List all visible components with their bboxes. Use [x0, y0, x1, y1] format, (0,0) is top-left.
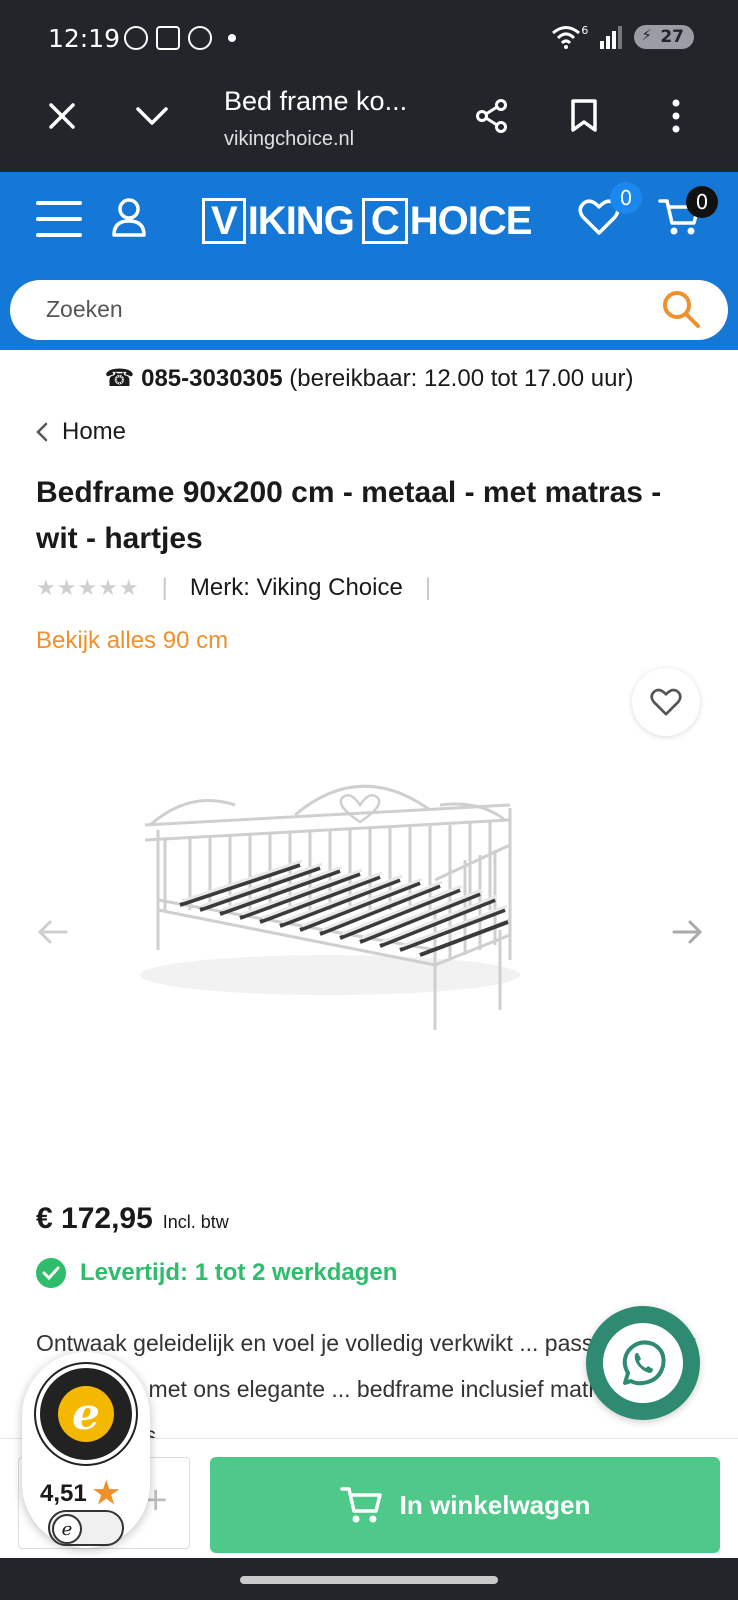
wishlist-count-badge: 0: [610, 182, 642, 214]
close-icon: [49, 103, 75, 129]
arrow-right-icon: [672, 920, 703, 944]
share-icon: [476, 99, 507, 133]
browser-toolbar: Bed frame ko... vikingchoice.nl: [0, 72, 738, 172]
arrow-left-icon: [37, 920, 68, 944]
page-url: vikingchoice.nl: [224, 128, 355, 150]
product-price: € 172,95 Incl. btw: [36, 1202, 229, 1236]
trusted-shops-toggle-icon: e: [52, 1514, 82, 1544]
whatsapp-icon: [622, 1340, 666, 1386]
logo-word-1: IKING: [247, 198, 355, 243]
site-header: V IKING C HOICE 0 0 Zoeken: [0, 172, 738, 350]
phone-number[interactable]: 085-3030305: [141, 365, 282, 392]
account-button[interactable]: [108, 194, 150, 240]
cart-count-badge: 0: [686, 186, 718, 218]
trusted-shops-rating: 4,51: [40, 1479, 87, 1507]
chevron-left-icon: [36, 422, 48, 442]
logo-letter-v: V: [202, 198, 246, 244]
notification-dot-icon: [228, 34, 236, 42]
status-right: 6 27: [551, 23, 694, 49]
logo-letter-c: C: [361, 198, 408, 244]
product-image[interactable]: [110, 760, 530, 1060]
bookmark-button[interactable]: [560, 92, 608, 140]
signal-icon: [600, 26, 623, 49]
chevron-down-icon: [136, 107, 168, 125]
search-icon: [663, 291, 700, 328]
breadcrumb-home[interactable]: Home: [62, 418, 126, 446]
add-to-cart-label: In winkelwagen: [399, 1489, 591, 1520]
search-bar[interactable]: Zoeken: [10, 280, 728, 340]
rating-stars: ★★★★★: [36, 575, 140, 600]
next-image-button[interactable]: [672, 914, 704, 954]
fingerprint-icon: [188, 26, 212, 50]
status-icons: [124, 26, 236, 50]
divider: |: [424, 574, 432, 601]
logo-word-2: HOICE: [409, 198, 533, 243]
screenshot-icon: [156, 26, 180, 50]
trusted-shops-seal: e: [34, 1362, 138, 1466]
search-input[interactable]: Zoeken: [46, 296, 123, 323]
product-brand[interactable]: Merk: Viking Choice: [190, 574, 403, 602]
home-gesture-handle[interactable]: [240, 1576, 498, 1584]
net-badge: 6: [581, 23, 589, 37]
trusted-shops-widget[interactable]: e 4,51 ★ e: [22, 1352, 150, 1548]
add-to-wishlist-button[interactable]: [632, 668, 700, 736]
phone-icon: ☎: [104, 365, 135, 392]
view-all-link[interactable]: Bekijk alles 90 cm: [36, 627, 228, 655]
user-icon: [112, 198, 146, 237]
price-note: Incl. btw: [162, 1212, 229, 1232]
navigation-icon: [124, 26, 148, 50]
share-button[interactable]: [468, 92, 516, 140]
battery-indicator: 27: [634, 25, 694, 49]
trusted-shops-e-icon: e: [58, 1386, 114, 1442]
trusted-shops-toggle[interactable]: e: [48, 1510, 124, 1546]
star-icon: ★: [92, 1477, 120, 1510]
menu-button[interactable]: [34, 196, 84, 242]
product-title: Bedframe 90x200 cm - metaal - met matras…: [36, 476, 662, 555]
breadcrumb[interactable]: Home: [36, 418, 126, 446]
phone-hours: (bereikbaar: 12.00 tot 17.00 uur): [289, 365, 634, 392]
site-logo[interactable]: V IKING C HOICE: [202, 196, 533, 246]
hamburger-icon: [36, 201, 82, 237]
close-button[interactable]: [38, 92, 86, 140]
heart-icon: [650, 688, 682, 716]
product-meta: ★★★★★ | Merk: Viking Choice |: [36, 574, 453, 602]
bookmark-icon: [571, 99, 597, 132]
page-title: Bed frame ko...: [224, 86, 408, 116]
contact-line: ☎ 085-3030305 (bereikbaar: 12.00 tot 17.…: [0, 364, 738, 393]
expand-button[interactable]: [128, 92, 176, 140]
more-options-button[interactable]: [652, 92, 700, 140]
status-bar: 12:19 6 27: [0, 0, 738, 72]
search-button[interactable]: [660, 288, 702, 334]
previous-image-button[interactable]: [36, 914, 68, 954]
cart-icon: [339, 1487, 382, 1523]
trusted-shops-score: 4,51 ★: [40, 1476, 120, 1511]
check-icon: [36, 1258, 66, 1288]
wifi-icon: [552, 26, 581, 49]
price-value: € 172,95: [36, 1202, 153, 1235]
whatsapp-button[interactable]: [586, 1306, 700, 1420]
more-vert-icon: [672, 99, 680, 133]
system-nav-bar: [0, 1558, 738, 1600]
delivery-info: Levertijd: 1 tot 2 werkdagen: [36, 1258, 397, 1288]
divider: |: [161, 574, 168, 601]
delivery-text: Levertijd: 1 tot 2 werkdagen: [80, 1259, 398, 1286]
status-time: 12:19: [48, 24, 121, 53]
add-to-cart-button[interactable]: In winkelwagen: [210, 1457, 720, 1553]
